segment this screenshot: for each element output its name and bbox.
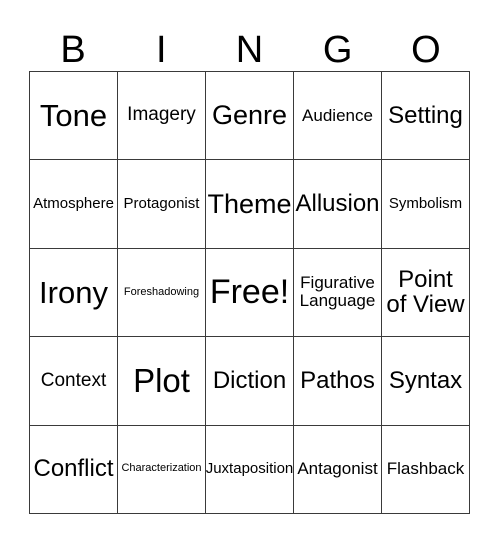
bingo-cell-label: Flashback: [386, 459, 465, 479]
bingo-cell-label: Atmosphere: [33, 195, 114, 212]
bingo-header-row: BINGO: [29, 14, 470, 71]
bingo-free-space-label: Free!: [209, 273, 290, 312]
bingo-cell-label: Syntax: [388, 366, 463, 394]
bingo-cell[interactable]: Genre: [206, 72, 294, 161]
bingo-cell[interactable]: Figurative Language: [294, 248, 382, 338]
bingo-cell-label: Juxtaposition: [206, 460, 294, 478]
bingo-cell[interactable]: Syntax: [382, 337, 470, 426]
bingo-cell-label: Antagonist: [297, 459, 378, 479]
bingo-grid: Tone Imagery Genre Audience Setting Atmospher…: [29, 71, 470, 514]
bingo-free-space-cell[interactable]: Free!: [206, 248, 294, 338]
bingo-cell-label: Plot: [133, 362, 190, 400]
bingo-header-letter-i: I: [156, 29, 167, 71]
bingo-cell[interactable]: Atmosphere: [30, 160, 118, 249]
bingo-cell[interactable]: Diction: [206, 337, 294, 426]
bingo-cell-label: Point of View: [386, 265, 465, 319]
bingo-cell-label: Characterization: [121, 462, 202, 475]
bingo-cell-label: Conflict: [33, 455, 114, 483]
bingo-card: B I N G O Tone Imagery Genre Audience Setting Atm…: [0, 0, 500, 544]
bingo-cell[interactable]: Characterization: [118, 425, 206, 514]
bingo-cell[interactable]: Symbolism: [382, 160, 470, 249]
bingo-cell[interactable]: Setting: [382, 72, 470, 161]
bingo-cell[interactable]: Pathos: [294, 337, 382, 426]
bingo-cell[interactable]: Juxtaposition: [206, 425, 294, 514]
bingo-cell-label: Symbolism: [388, 195, 463, 212]
bingo-cell-label: Irony: [39, 274, 108, 310]
bingo-cell[interactable]: Irony: [30, 248, 118, 338]
bingo-cell[interactable]: Context: [30, 337, 118, 426]
bingo-header-letter-n: N: [235, 29, 264, 71]
bingo-cell-label: Context: [40, 369, 107, 391]
bingo-cell-label: Pathos: [300, 366, 375, 394]
bingo-cell[interactable]: Antagonist: [294, 425, 382, 514]
bingo-cell[interactable]: Tone: [30, 72, 118, 161]
bingo-header-letter-b: B: [60, 29, 86, 71]
bingo-cell[interactable]: Imagery: [118, 72, 206, 161]
bingo-cell[interactable]: Foreshadowing: [118, 248, 206, 338]
bingo-cell[interactable]: Allusion: [294, 160, 382, 249]
bingo-cell-label: Genre: [211, 100, 288, 131]
bingo-cell[interactable]: Plot: [118, 337, 206, 426]
bingo-cell[interactable]: Theme: [206, 160, 294, 249]
bingo-cell-label: Tone: [39, 97, 108, 133]
bingo-cell[interactable]: Protagonist: [118, 160, 206, 249]
bingo-header-letter-g: G: [322, 29, 353, 71]
bingo-cell-label: Diction: [212, 366, 287, 394]
bingo-cell-label: Allusion: [295, 190, 380, 218]
bingo-cell-label: Protagonist: [123, 195, 200, 212]
bingo-cell[interactable]: Conflict: [30, 425, 118, 514]
bingo-cell-label: Foreshadowing: [123, 285, 200, 298]
bingo-header-letter-o: O: [411, 29, 441, 71]
bingo-cell-label: Theme: [207, 188, 292, 219]
bingo-cell-label: Audience: [302, 105, 373, 125]
bingo-cell-label: Imagery: [127, 104, 196, 126]
bingo-cell-label: Setting: [388, 101, 463, 129]
bingo-cell[interactable]: Point of View: [382, 248, 470, 338]
bingo-cell[interactable]: Flashback: [382, 425, 470, 514]
bingo-cell[interactable]: Audience: [294, 72, 382, 161]
bingo-cell-label: Figurative Language: [299, 273, 376, 311]
